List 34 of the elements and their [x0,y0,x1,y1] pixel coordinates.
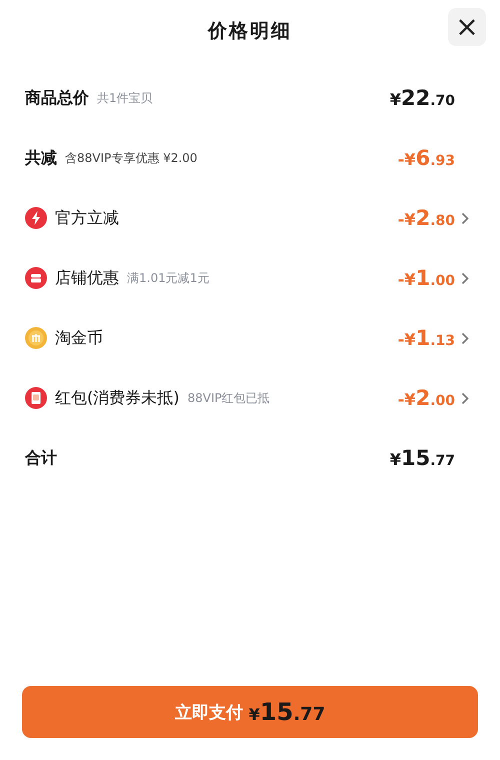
chevron-right-icon [461,272,469,284]
coin-icon [25,327,47,349]
benefit-row[interactable]: 红包(消费券未抵) 88VIP红包已抵 -¥2.00 [25,368,500,428]
row-label: 共减 [25,148,57,168]
chevron-right-icon [461,332,469,344]
row-amount: -¥1.00 [398,266,455,290]
row-label: 店铺优惠 [55,268,119,288]
row-amount: ¥22.70 [390,86,455,110]
shop-icon [25,267,47,289]
row-note: 88VIP红包已抵 [187,390,270,406]
close-button[interactable]: × [448,8,486,46]
row-amount: -¥2.80 [398,206,455,230]
row-note: 满1.01元减1元 [127,270,210,286]
chevron-right-icon [461,392,469,404]
chevron-right-icon [461,212,469,224]
row-label: 官方立减 [55,208,119,228]
benefit-row[interactable]: 淘金币 -¥1.13 [25,308,500,368]
benefit-row[interactable]: 店铺优惠 满1.01元减1元 -¥1.00 [25,248,500,308]
row-amount: -¥6.93 [398,146,455,170]
row-note: 含88VIP专享优惠 ¥2.00 [65,150,198,166]
row-label: 淘金币 [55,328,103,348]
pay-now-button[interactable]: 立即支付 ¥15.77 [22,686,478,738]
sheet-title: 价格明细 [208,19,292,44]
row-label: 红包(消费券未抵) [55,388,180,408]
envelope-icon [25,387,47,409]
row-label: 商品总价 [25,88,89,108]
row-amount: -¥1.13 [398,326,455,350]
row-amount: -¥2.00 [398,386,455,410]
benefit-row[interactable]: 官方立减 -¥2.80 [25,188,500,248]
row-amount: ¥15.77 [390,446,455,470]
row-note: 共1件宝贝 [97,90,153,106]
pay-amount: ¥15.77 [248,698,326,726]
row-label: 合计 [25,448,57,468]
lightning-icon [25,207,47,229]
